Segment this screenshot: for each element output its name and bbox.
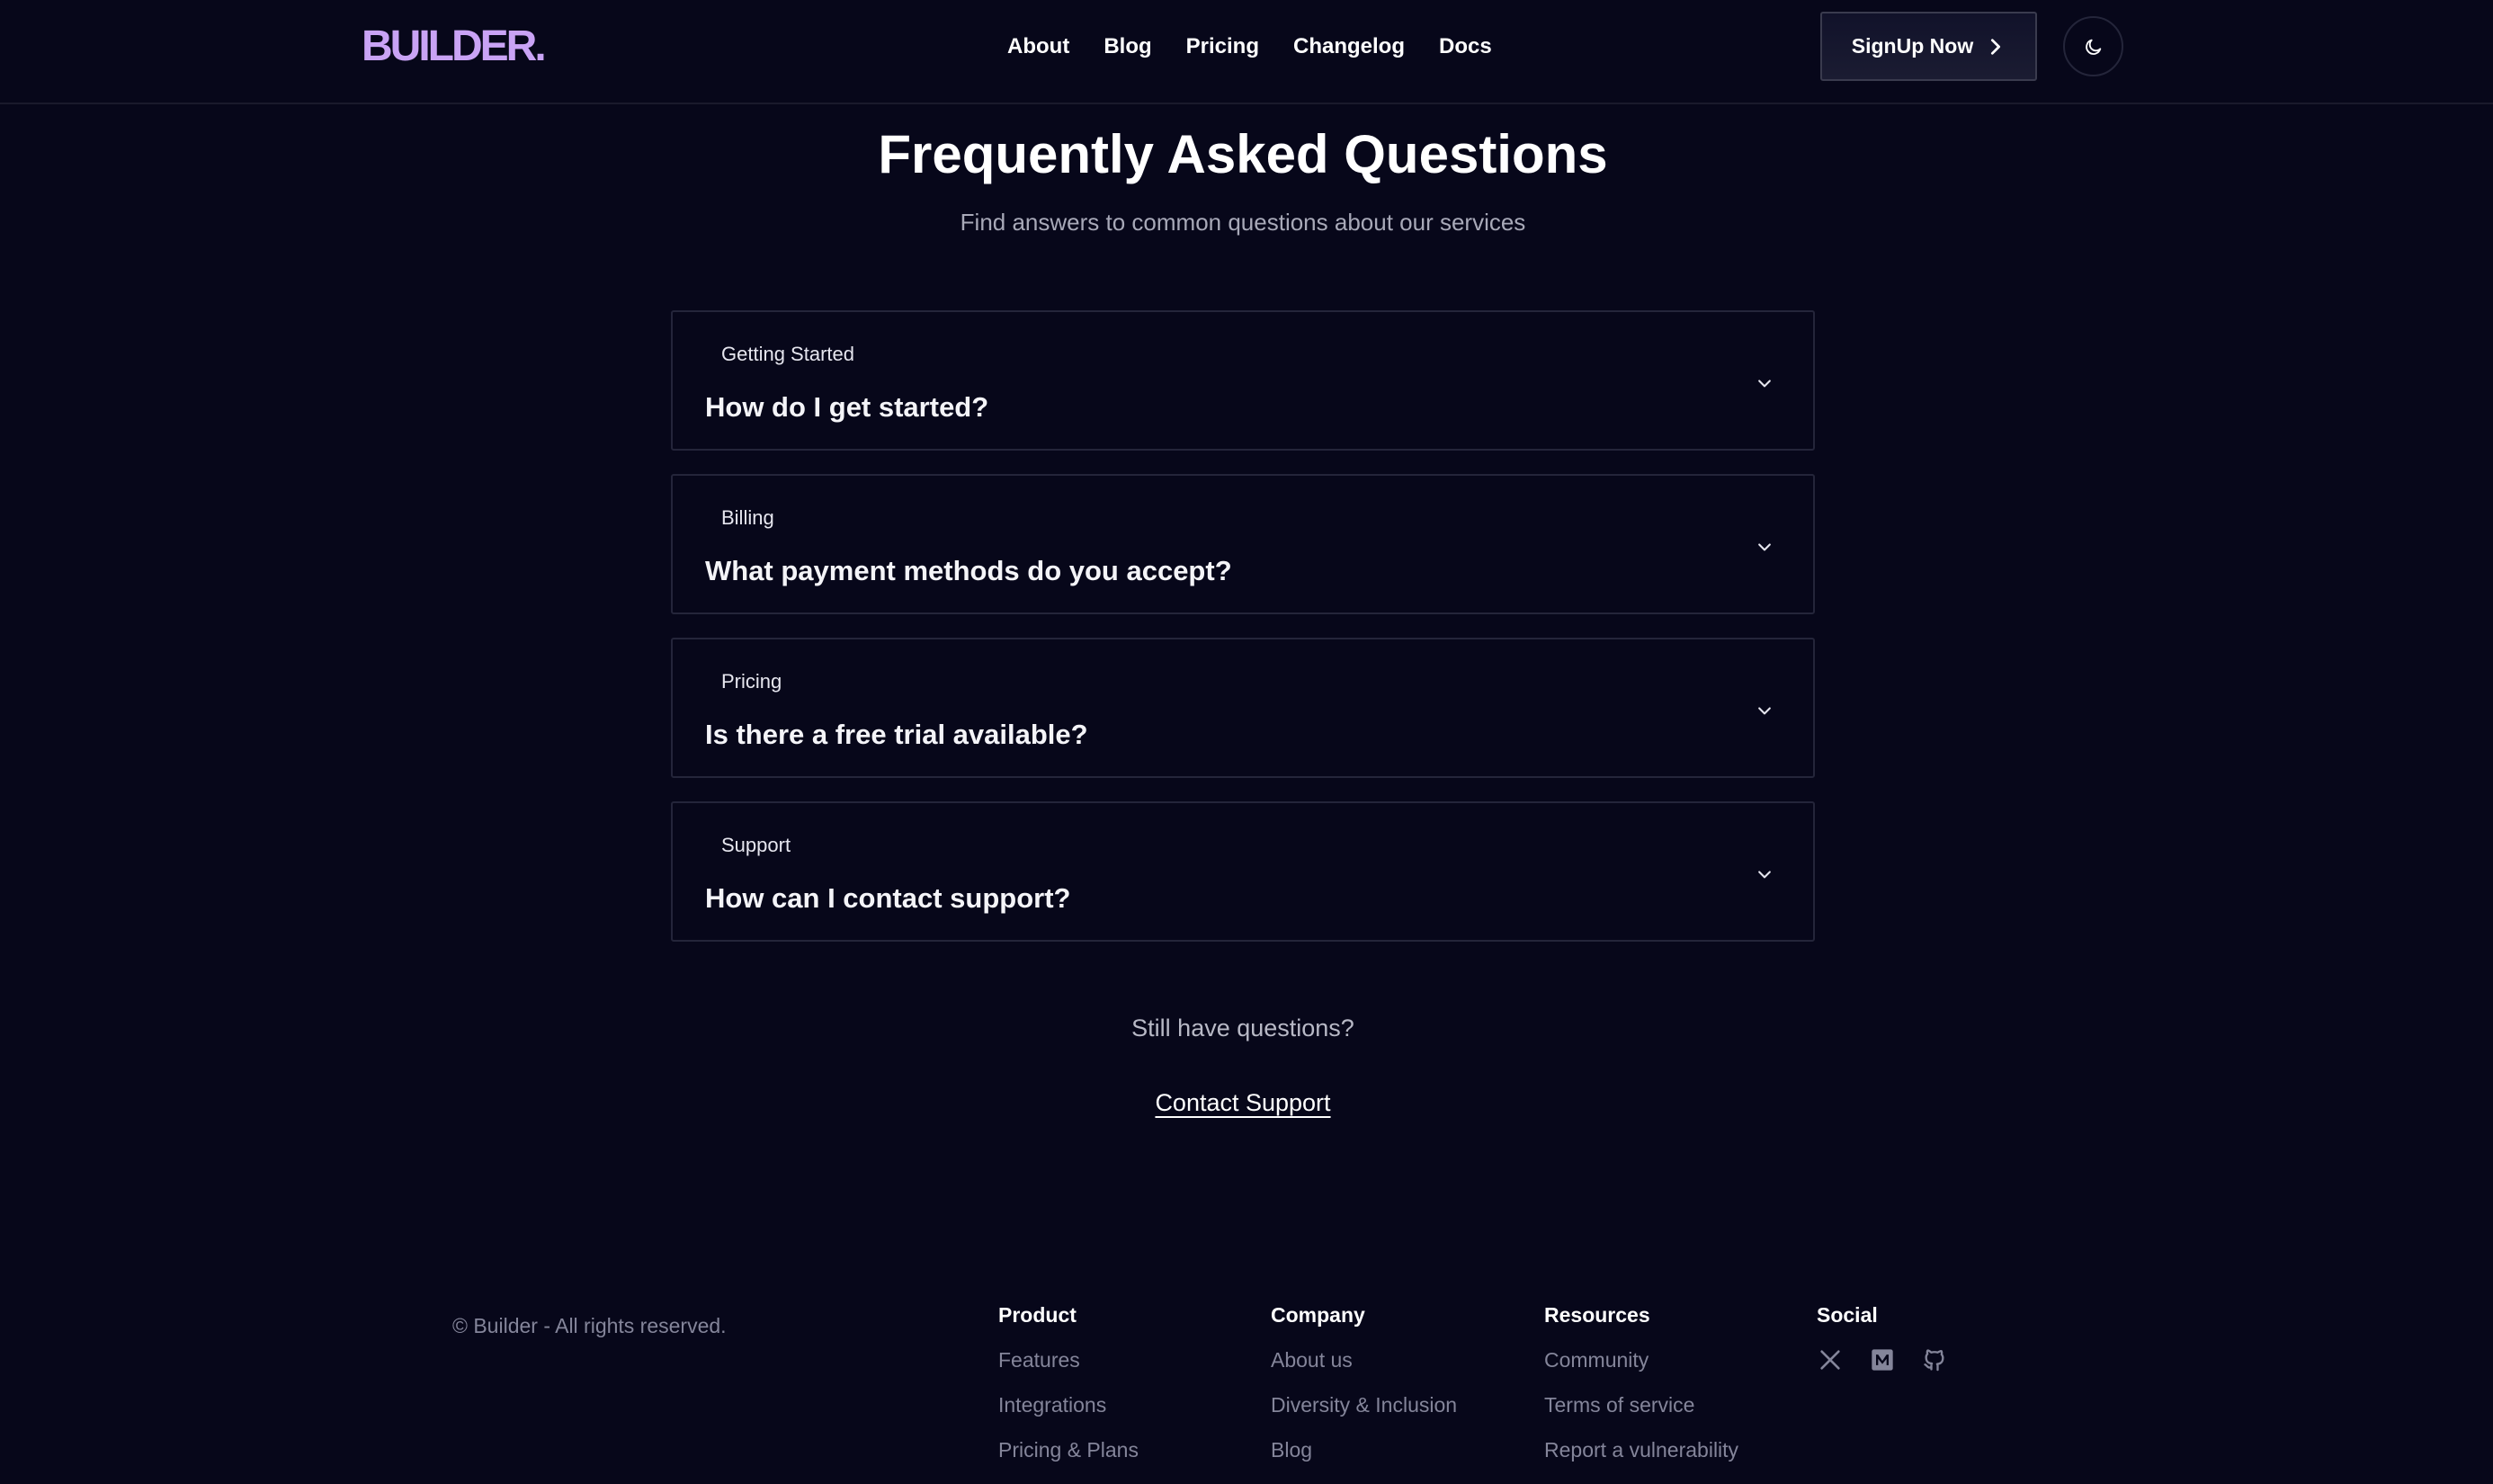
- medium-icon[interactable]: [1869, 1346, 1896, 1373]
- social-icons: [1817, 1346, 1948, 1373]
- signup-button[interactable]: SignUp Now: [1820, 12, 2037, 81]
- still-have-questions-text: Still have questions?: [1131, 1015, 1354, 1041]
- faq-question: What payment methods do you accept?: [705, 555, 1232, 586]
- nav-link-pricing[interactable]: Pricing: [1186, 32, 1259, 61]
- contact-support-link[interactable]: Contact Support: [1155, 1089, 1330, 1116]
- nav-link-changelog[interactable]: Changelog: [1293, 32, 1405, 61]
- nav-link-docs[interactable]: Docs: [1439, 32, 1492, 61]
- footer-column-social: Social: [1817, 1301, 1948, 1373]
- copyright-text: © Builder - All rights reserved.: [452, 1314, 727, 1337]
- faq-question: How do I get started?: [705, 391, 989, 423]
- footer-link-features[interactable]: Features: [998, 1346, 1139, 1373]
- footer-column-title: Product: [998, 1303, 1077, 1327]
- page-subtitle: Find answers to common questions about o…: [960, 209, 1526, 236]
- chevron-down-icon[interactable]: [1756, 702, 1774, 720]
- main-nav: About Blog Pricing Changelog Docs: [1007, 32, 1492, 61]
- footer-link-report-vulnerability[interactable]: Report a vulnerability: [1544, 1436, 1738, 1463]
- faq-category: Getting Started: [721, 343, 854, 365]
- faq-question: How can I contact support?: [705, 882, 1071, 914]
- faq-question: Is there a free trial available?: [705, 719, 1088, 750]
- logo[interactable]: BUILDER.: [362, 22, 547, 72]
- footer-column-title: Resources: [1544, 1303, 1650, 1327]
- footer-column-resources: Resources Community Terms of service Rep…: [1544, 1301, 1738, 1481]
- page-title: Frequently Asked Questions: [878, 124, 1608, 184]
- nav-link-blog[interactable]: Blog: [1104, 32, 1151, 61]
- footer-link-diversity[interactable]: Diversity & Inclusion: [1271, 1391, 1457, 1418]
- footer-link-integrations[interactable]: Integrations: [998, 1391, 1139, 1418]
- chevron-down-icon[interactable]: [1756, 374, 1774, 392]
- faq-item-getting-started[interactable]: Getting Started How do I get started?: [671, 310, 1815, 451]
- footer-column-title: Social: [1817, 1303, 1878, 1327]
- signup-button-label: SignUp Now: [1851, 34, 1974, 58]
- footer-column-product: Product Features Integrations Pricing & …: [998, 1301, 1139, 1481]
- faq-category: Pricing: [721, 670, 782, 693]
- faq-list: Getting Started How do I get started? Bi…: [671, 310, 1815, 965]
- footer-link-community[interactable]: Community: [1544, 1346, 1738, 1373]
- footer-column-company: Company About us Diversity & Inclusion B…: [1271, 1301, 1457, 1481]
- contact-support-wrapper: Contact Support: [0, 1087, 2486, 1118]
- faq-item-support[interactable]: Support How can I contact support?: [671, 801, 1815, 942]
- footer-link-pricing-plans[interactable]: Pricing & Plans: [998, 1436, 1139, 1463]
- site-header: BUILDER. About Blog Pricing Changelog Do…: [0, 0, 2493, 104]
- chevron-right-icon: [1991, 38, 2001, 55]
- x-icon[interactable]: [1817, 1346, 1844, 1373]
- footer-link-blog[interactable]: Blog: [1271, 1436, 1457, 1463]
- theme-toggle-button[interactable]: [2063, 16, 2123, 76]
- moon-icon: [2085, 39, 2101, 55]
- footer-column-title: Company: [1271, 1303, 1365, 1327]
- nav-link-about[interactable]: About: [1007, 32, 1069, 61]
- faq-item-billing[interactable]: Billing What payment methods do you acce…: [671, 474, 1815, 614]
- chevron-down-icon[interactable]: [1756, 865, 1774, 883]
- faq-category: Support: [721, 834, 791, 856]
- faq-item-pricing[interactable]: Pricing Is there a free trial available?: [671, 638, 1815, 778]
- footer-link-terms[interactable]: Terms of service: [1544, 1391, 1738, 1418]
- chevron-down-icon[interactable]: [1756, 538, 1774, 556]
- faq-category: Billing: [721, 506, 774, 529]
- footer-link-about-us[interactable]: About us: [1271, 1346, 1457, 1373]
- github-icon[interactable]: [1921, 1346, 1948, 1373]
